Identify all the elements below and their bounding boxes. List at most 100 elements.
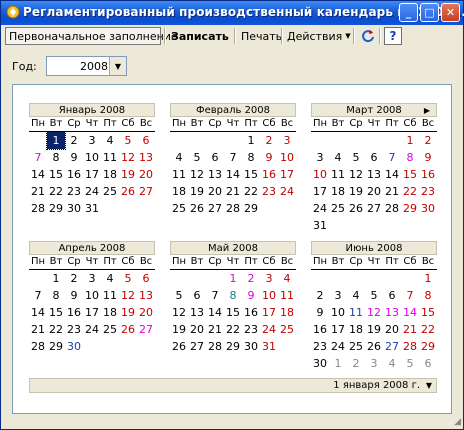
actions-menu[interactable]: Действия ▼ xyxy=(284,27,354,45)
day-cell[interactable]: 3 xyxy=(329,287,347,304)
day-cell[interactable]: 11 xyxy=(101,287,119,304)
day-cell[interactable]: 20 xyxy=(206,183,224,200)
day-cell[interactable]: 13 xyxy=(383,304,401,321)
day-cell[interactable]: 1 xyxy=(419,270,437,287)
day-cell[interactable]: 4 xyxy=(170,149,188,166)
day-cell[interactable]: 3 xyxy=(260,270,278,287)
day-cell[interactable]: 1 xyxy=(329,355,347,372)
day-cell[interactable]: 31 xyxy=(260,338,278,355)
day-cell[interactable]: 24 xyxy=(311,200,329,217)
day-cell[interactable]: 24 xyxy=(260,321,278,338)
day-cell[interactable]: 28 xyxy=(206,338,224,355)
day-cell[interactable]: 29 xyxy=(401,200,419,217)
day-cell[interactable]: 13 xyxy=(188,304,206,321)
day-cell[interactable]: 22 xyxy=(242,183,260,200)
day-cell[interactable]: 26 xyxy=(347,200,365,217)
day-cell[interactable]: 27 xyxy=(188,338,206,355)
day-cell[interactable]: 14 xyxy=(29,304,47,321)
day-cell[interactable]: 25 xyxy=(278,321,296,338)
day-cell[interactable]: 11 xyxy=(278,287,296,304)
refresh-icon[interactable] xyxy=(359,27,377,45)
minimize-button[interactable]: _ xyxy=(399,3,418,22)
help-icon[interactable]: ? xyxy=(384,27,402,45)
day-cell[interactable]: 12 xyxy=(188,166,206,183)
day-cell[interactable]: 12 xyxy=(119,149,137,166)
day-cell[interactable]: 22 xyxy=(401,183,419,200)
day-cell[interactable]: 7 xyxy=(29,287,47,304)
day-cell[interactable]: 21 xyxy=(29,183,47,200)
day-cell[interactable]: 6 xyxy=(383,287,401,304)
day-cell[interactable]: 10 xyxy=(329,304,347,321)
day-cell[interactable]: 8 xyxy=(224,287,242,304)
day-cell[interactable]: 6 xyxy=(137,270,155,287)
day-cell[interactable]: 1 xyxy=(401,132,419,149)
day-cell[interactable]: 6 xyxy=(188,287,206,304)
day-cell[interactable]: 8 xyxy=(419,287,437,304)
day-cell[interactable]: 2 xyxy=(419,132,437,149)
day-cell[interactable]: 19 xyxy=(347,183,365,200)
day-cell[interactable]: 20 xyxy=(137,166,155,183)
day-cell[interactable]: 7 xyxy=(401,287,419,304)
day-cell[interactable]: 10 xyxy=(278,149,296,166)
day-cell[interactable]: 23 xyxy=(311,338,329,355)
day-cell[interactable]: 5 xyxy=(119,270,137,287)
day-cell[interactable]: 26 xyxy=(119,321,137,338)
day-cell[interactable]: 20 xyxy=(188,321,206,338)
day-cell[interactable]: 26 xyxy=(170,338,188,355)
save-button[interactable]: Записать xyxy=(168,27,232,45)
day-cell[interactable]: 8 xyxy=(47,287,65,304)
day-cell[interactable]: 22 xyxy=(224,321,242,338)
day-cell[interactable]: 30 xyxy=(419,200,437,217)
day-cell[interactable]: 10 xyxy=(83,149,101,166)
day-cell[interactable]: 28 xyxy=(224,200,242,217)
day-cell[interactable]: 17 xyxy=(311,183,329,200)
day-cell[interactable]: 9 xyxy=(260,149,278,166)
day-cell[interactable]: 8 xyxy=(242,149,260,166)
day-cell[interactable]: 4 xyxy=(101,270,119,287)
day-cell[interactable]: 18 xyxy=(347,321,365,338)
day-cell[interactable]: 25 xyxy=(329,200,347,217)
day-cell[interactable]: 6 xyxy=(206,149,224,166)
day-cell[interactable]: 16 xyxy=(260,166,278,183)
day-cell[interactable]: 16 xyxy=(65,304,83,321)
day-cell[interactable]: 23 xyxy=(260,183,278,200)
day-cell[interactable]: 15 xyxy=(224,304,242,321)
day-cell[interactable]: 18 xyxy=(329,183,347,200)
day-cell[interactable]: 10 xyxy=(83,287,101,304)
day-cell[interactable]: 5 xyxy=(119,132,137,149)
close-button[interactable]: ✕ xyxy=(441,3,460,22)
day-cell[interactable]: 9 xyxy=(242,287,260,304)
day-cell[interactable]: 3 xyxy=(311,149,329,166)
day-cell[interactable]: 25 xyxy=(347,338,365,355)
day-cell[interactable]: 21 xyxy=(383,183,401,200)
day-cell[interactable]: 2 xyxy=(65,132,83,149)
day-cell[interactable]: 29 xyxy=(419,338,437,355)
day-cell[interactable]: 20 xyxy=(365,183,383,200)
day-cell[interactable]: 14 xyxy=(29,166,47,183)
day-cell[interactable]: 1 xyxy=(224,270,242,287)
day-cell[interactable]: 12 xyxy=(365,304,383,321)
day-cell[interactable]: 15 xyxy=(47,304,65,321)
day-cell[interactable]: 24 xyxy=(83,321,101,338)
day-cell[interactable]: 26 xyxy=(365,338,383,355)
day-cell[interactable]: 18 xyxy=(101,166,119,183)
current-date-bar[interactable]: 1 января 2008 г. ▼ xyxy=(29,378,437,393)
day-cell[interactable]: 18 xyxy=(170,183,188,200)
day-cell[interactable]: 7 xyxy=(29,149,47,166)
day-cell[interactable]: 3 xyxy=(365,355,383,372)
day-cell[interactable]: 19 xyxy=(119,304,137,321)
title-bar[interactable]: Регламентированный производственный кале… xyxy=(1,1,464,25)
day-cell[interactable]: 9 xyxy=(311,304,329,321)
day-cell[interactable]: 30 xyxy=(65,200,83,217)
day-cell[interactable]: 13 xyxy=(206,166,224,183)
day-cell[interactable]: 17 xyxy=(83,304,101,321)
day-cell[interactable]: 23 xyxy=(419,183,437,200)
day-cell[interactable]: 4 xyxy=(347,287,365,304)
day-cell[interactable]: 11 xyxy=(101,149,119,166)
day-cell[interactable]: 22 xyxy=(47,183,65,200)
day-cell[interactable]: 16 xyxy=(65,166,83,183)
day-cell[interactable]: 4 xyxy=(329,149,347,166)
day-cell[interactable]: 10 xyxy=(311,166,329,183)
day-cell[interactable]: 2 xyxy=(65,270,83,287)
day-cell[interactable]: 17 xyxy=(260,304,278,321)
